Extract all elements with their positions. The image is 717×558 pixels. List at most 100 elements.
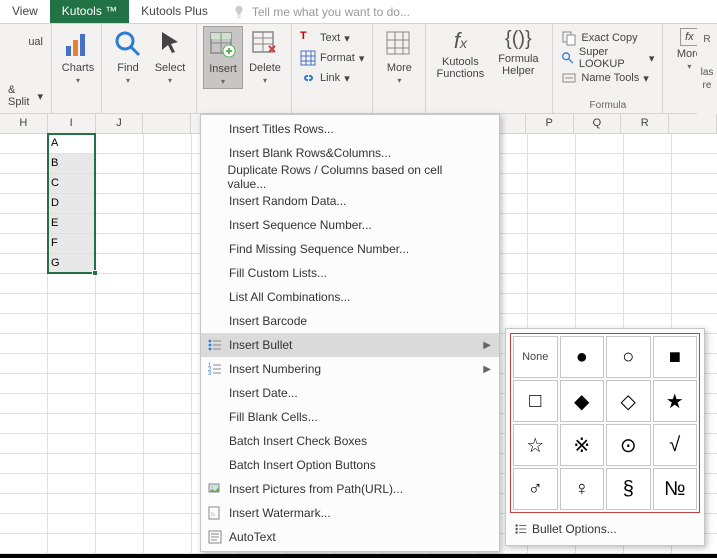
bullet-glyph-9[interactable]: ⊙ (606, 424, 651, 466)
column-header[interactable]: J (96, 114, 144, 133)
cell[interactable] (96, 534, 144, 554)
cell[interactable] (576, 194, 624, 214)
formula-helper-button[interactable]: {()} Formula Helper (490, 26, 546, 82)
menu-item-batch-insert-option-buttons[interactable]: Batch Insert Option Buttons (201, 453, 499, 477)
ribbon-split[interactable]: & Split▾ (6, 86, 45, 106)
cell[interactable] (96, 154, 144, 174)
cell[interactable] (0, 334, 48, 354)
cell[interactable] (96, 394, 144, 414)
cell[interactable] (576, 214, 624, 234)
cell[interactable] (96, 434, 144, 454)
cell[interactable] (48, 514, 96, 534)
bullet-glyph-10[interactable]: √ (653, 424, 698, 466)
cell[interactable] (528, 194, 576, 214)
bullet-glyph-7[interactable]: ☆ (513, 424, 558, 466)
cell[interactable] (528, 254, 576, 274)
menu-item-insert-barcode[interactable]: Insert Barcode (201, 309, 499, 333)
menu-item-batch-insert-check-boxes[interactable]: Batch Insert Check Boxes (201, 429, 499, 453)
menu-item-insert-random-data[interactable]: Insert Random Data... (201, 189, 499, 213)
cell[interactable] (0, 254, 48, 274)
cell[interactable] (0, 514, 48, 534)
cell[interactable] (144, 134, 192, 154)
cell[interactable] (96, 334, 144, 354)
cell[interactable] (0, 534, 48, 554)
menu-item-find-missing-sequence-number[interactable]: Find Missing Sequence Number... (201, 237, 499, 261)
bullet-glyph-1[interactable]: ○ (606, 336, 651, 378)
tab-kutools-plus[interactable]: Kutools Plus (129, 0, 220, 23)
cell[interactable] (48, 274, 96, 294)
cell[interactable] (144, 214, 192, 234)
cell[interactable] (576, 174, 624, 194)
cell[interactable]: F (48, 234, 96, 254)
cell[interactable] (144, 234, 192, 254)
cell[interactable] (624, 174, 672, 194)
cell[interactable] (0, 394, 48, 414)
cell[interactable] (624, 254, 672, 274)
bullet-options[interactable]: Bullet Options... (510, 517, 700, 541)
menu-item-insert-date[interactable]: Insert Date... (201, 381, 499, 405)
cell[interactable] (0, 354, 48, 374)
bullet-glyph-3[interactable]: □ (513, 380, 558, 422)
tab-kutools[interactable]: Kutools ™ (50, 0, 129, 23)
cell[interactable] (96, 214, 144, 234)
menu-item-duplicate-rows-columns-based-on-cell-value[interactable]: Duplicate Rows / Columns based on cell v… (201, 165, 499, 189)
cell[interactable] (96, 514, 144, 534)
cell[interactable] (672, 254, 717, 274)
cell[interactable] (48, 374, 96, 394)
name-tools-button[interactable]: Name Tools ▾ (559, 68, 656, 88)
cell[interactable] (576, 294, 624, 314)
menu-item-fill-custom-lists[interactable]: Fill Custom Lists... (201, 261, 499, 285)
cell[interactable] (0, 414, 48, 434)
cell[interactable] (96, 474, 144, 494)
cell[interactable] (144, 394, 192, 414)
menu-item-insert-titles-rows[interactable]: Insert Titles Rows... (201, 117, 499, 141)
cell[interactable] (624, 134, 672, 154)
menu-item-list-all-combinations[interactable]: List All Combinations... (201, 285, 499, 309)
cell[interactable]: G (48, 254, 96, 274)
cell[interactable] (48, 414, 96, 434)
bullet-glyph-12[interactable]: ♀ (560, 468, 605, 510)
menu-item-insert-pictures-from-path-url[interactable]: Insert Pictures from Path(URL)... (201, 477, 499, 501)
insert-button[interactable]: Insert▾ (203, 26, 243, 89)
cell[interactable] (528, 234, 576, 254)
select-button[interactable]: Select▾ (150, 26, 190, 87)
cell[interactable] (624, 294, 672, 314)
menu-item-insert-blank-rows-columns[interactable]: Insert Blank Rows&Columns... (201, 141, 499, 165)
cell[interactable] (48, 314, 96, 334)
bullet-glyph-2[interactable]: ■ (653, 336, 698, 378)
cell[interactable] (672, 234, 717, 254)
cell[interactable]: B (48, 154, 96, 174)
cell[interactable] (672, 294, 717, 314)
cell[interactable] (48, 454, 96, 474)
cell[interactable] (48, 534, 96, 554)
find-button[interactable]: Find▾ (108, 26, 148, 87)
menu-item-insert-watermark[interactable]: AInsert Watermark... (201, 501, 499, 525)
cell[interactable] (0, 294, 48, 314)
charts-button[interactable]: Charts▾ (58, 26, 98, 87)
cell[interactable] (48, 494, 96, 514)
cell[interactable]: C (48, 174, 96, 194)
cell[interactable] (144, 194, 192, 214)
cell[interactable] (576, 134, 624, 154)
cell[interactable] (576, 254, 624, 274)
cell[interactable] (144, 414, 192, 434)
cell[interactable]: A (48, 134, 96, 154)
cell[interactable] (0, 154, 48, 174)
bullet-glyph-5[interactable]: ◇ (606, 380, 651, 422)
bullet-glyph-14[interactable]: № (653, 468, 698, 510)
text-button[interactable]: TText ▾ (298, 28, 366, 48)
cell[interactable] (672, 214, 717, 234)
cell[interactable] (624, 194, 672, 214)
tab-view[interactable]: View (0, 0, 50, 23)
cell[interactable] (144, 254, 192, 274)
cell[interactable] (144, 154, 192, 174)
cell[interactable] (96, 314, 144, 334)
super-lookup-button[interactable]: Super LOOKUP ▾ (559, 48, 656, 68)
cell[interactable] (0, 374, 48, 394)
column-header[interactable]: R (621, 114, 669, 133)
menu-item-insert-sequence-number[interactable]: Insert Sequence Number... (201, 213, 499, 237)
cell[interactable] (96, 414, 144, 434)
cell[interactable] (96, 274, 144, 294)
cell[interactable]: D (48, 194, 96, 214)
menu-item-autotext[interactable]: AutoText (201, 525, 499, 549)
